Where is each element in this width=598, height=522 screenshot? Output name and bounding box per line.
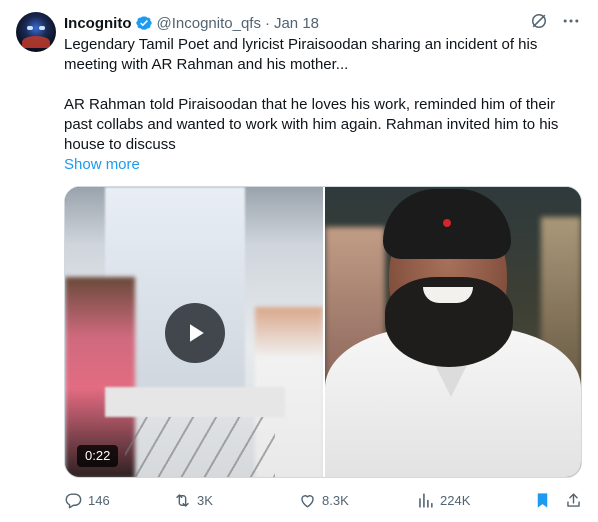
play-icon[interactable]	[165, 303, 225, 363]
top-actions	[528, 10, 582, 32]
bookmark-button[interactable]	[533, 491, 552, 510]
repost-icon	[176, 493, 189, 507]
tweet-header: Incognito @Incognito_qfs · Jan 18	[64, 13, 319, 33]
share-icon	[567, 492, 580, 507]
action-bar: 146 3K 8.3K 224K	[64, 488, 584, 512]
like-button[interactable]: 8.3K	[298, 491, 349, 510]
media-grid: 0:22	[64, 186, 582, 478]
verified-badge-icon	[135, 14, 153, 32]
avatar[interactable]	[16, 12, 56, 52]
bookmark-icon	[537, 492, 548, 508]
tweet-text: Legendary Tamil Poet and lyricist Pirais…	[64, 35, 584, 175]
tweet[interactable]: Incognito @Incognito_qfs · Jan 18 Legend…	[0, 0, 598, 522]
photo-thumbnail[interactable]	[325, 187, 581, 477]
heart-icon	[301, 494, 314, 508]
video-thumbnail[interactable]: 0:22	[65, 187, 323, 477]
more-horizontal-icon[interactable]	[560, 10, 582, 32]
handle[interactable]: @Incognito_qfs	[157, 15, 261, 32]
views-count: 224K	[440, 492, 471, 508]
views-icon	[419, 492, 433, 508]
like-count: 8.3K	[322, 492, 349, 508]
post-date[interactable]: Jan 18	[274, 15, 319, 32]
reply-button[interactable]: 146	[64, 491, 110, 510]
repost-button[interactable]: 3K	[173, 491, 213, 510]
show-more-link[interactable]: Show more	[64, 156, 140, 173]
tweet-paragraph-1: Legendary Tamil Poet and lyricist Pirais…	[64, 36, 538, 73]
reply-count: 146	[88, 492, 110, 508]
separator-dot: ·	[264, 14, 270, 32]
repost-count: 3K	[197, 492, 213, 508]
tweet-paragraph-2: AR Rahman told Piraisoodan that he loves…	[64, 96, 559, 153]
reply-icon	[65, 492, 82, 508]
share-button[interactable]	[564, 491, 583, 510]
grok-icon[interactable]	[528, 10, 550, 32]
video-duration: 0:22	[77, 445, 119, 467]
views-button[interactable]: 224K	[416, 491, 470, 510]
display-name[interactable]: Incognito	[64, 15, 132, 32]
